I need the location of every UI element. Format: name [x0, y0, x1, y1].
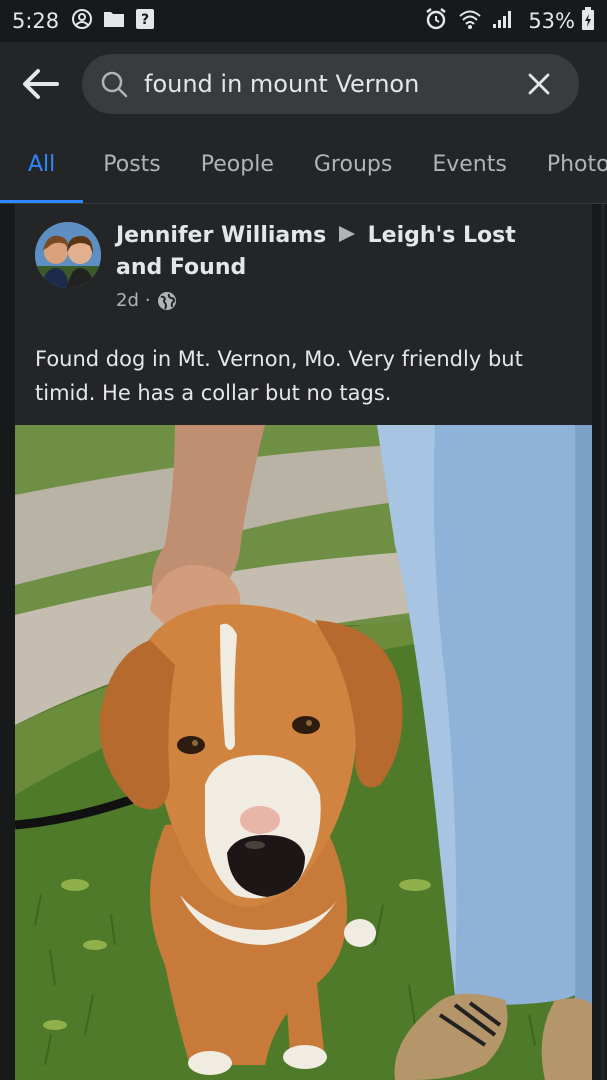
signal-icon: [492, 9, 514, 33]
search-results: Jennifer Williams Leigh's Lost and Found…: [0, 204, 607, 1080]
status-bar: 5:28 ? 53%: [0, 0, 607, 42]
search-icon: [100, 69, 130, 99]
svg-text:?: ?: [141, 12, 149, 28]
wifi-icon: [458, 8, 482, 34]
tab-groups[interactable]: Groups: [314, 130, 392, 203]
alarm-icon: [424, 7, 448, 35]
back-button[interactable]: [18, 64, 62, 104]
post-author-line: Jennifer Williams Leigh's Lost and Found: [116, 220, 566, 284]
battery-icon: [581, 7, 595, 35]
status-right: 53%: [424, 7, 595, 35]
back-arrow-icon: [23, 69, 59, 99]
post-text: Found dog in Mt. Vernon, Mo. Very friend…: [35, 347, 523, 405]
account-icon: [71, 8, 93, 34]
search-filter-tabs: All Posts People Groups Events Photos: [0, 130, 607, 204]
status-time: 5:28: [12, 9, 60, 33]
post-photo[interactable]: [15, 425, 592, 1080]
tab-all[interactable]: All: [0, 130, 84, 203]
battery-percent: 53%: [528, 9, 575, 33]
tab-people[interactable]: People: [201, 130, 274, 203]
clear-search-button[interactable]: [517, 62, 561, 106]
search-input[interactable]: found in mount Vernon: [144, 70, 517, 98]
search-header: found in mount Vernon: [0, 42, 607, 130]
post-time[interactable]: 2d: [116, 290, 139, 311]
author-name[interactable]: Jennifer Williams: [116, 223, 326, 248]
tab-photos[interactable]: Photos: [547, 130, 607, 203]
folder-icon: [103, 9, 125, 33]
post-meta: 2d ·: [116, 290, 177, 311]
tab-posts[interactable]: Posts: [103, 130, 161, 203]
post-card: Jennifer Williams Leigh's Lost and Found…: [15, 204, 592, 1080]
globe-icon: [157, 291, 176, 310]
arrow-right-icon: [338, 226, 355, 242]
close-icon: [528, 73, 550, 95]
scrollbar[interactable]: [601, 204, 605, 1080]
avatar[interactable]: [35, 222, 101, 288]
search-bar[interactable]: found in mount Vernon: [82, 54, 579, 114]
tab-events[interactable]: Events: [432, 130, 507, 203]
meta-separator: ·: [144, 290, 151, 311]
help-icon: ?: [135, 8, 155, 34]
